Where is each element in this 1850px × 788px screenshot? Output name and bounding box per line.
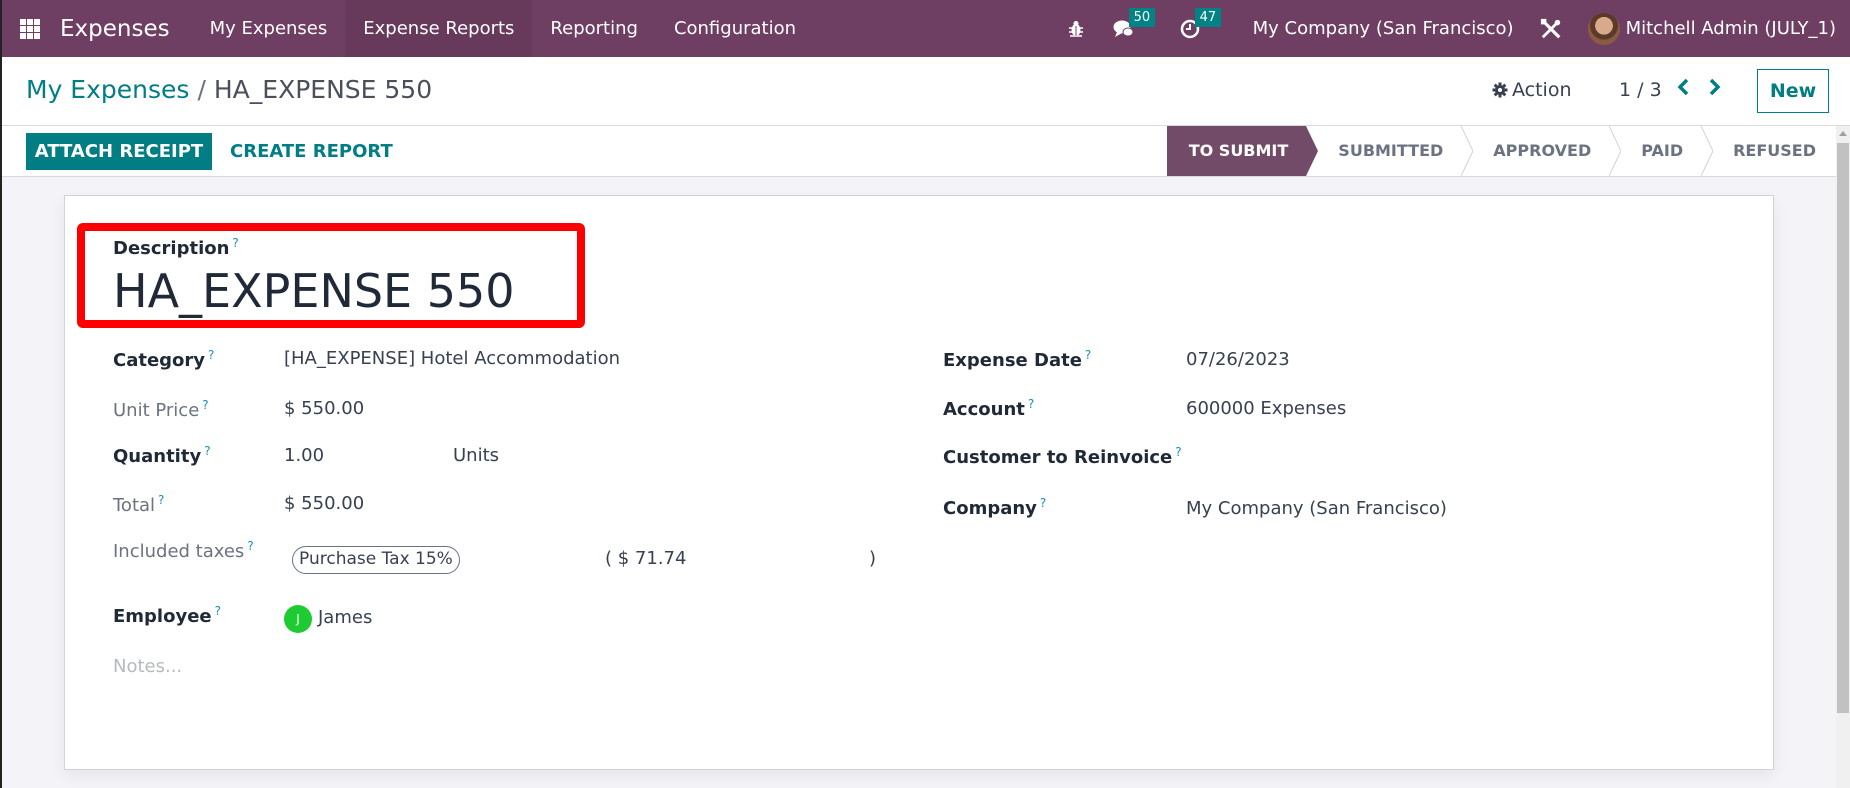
menu-expense-reports[interactable]: Expense Reports xyxy=(345,0,533,57)
breadcrumb-current: HA_EXPENSE 550 xyxy=(213,75,433,104)
stage-submitted[interactable]: SUBMITTED xyxy=(1306,126,1474,176)
control-panel-bottom: ATTACH RECEIPT CREATE REPORT TO SUBMIT S… xyxy=(2,126,1836,177)
user-avatar xyxy=(1587,12,1620,45)
help-icon[interactable]: ? xyxy=(1085,348,1091,362)
tax-tag: Purchase Tax 15% xyxy=(292,546,460,574)
help-icon[interactable]: ? xyxy=(208,348,214,362)
gear-icon xyxy=(1492,82,1508,98)
apps-grid-icon[interactable] xyxy=(20,18,40,39)
stage-label: SUBMITTED xyxy=(1338,141,1444,160)
help-icon[interactable]: ? xyxy=(1028,397,1034,411)
menu-my-expenses[interactable]: My Expenses xyxy=(192,0,346,57)
clock-icon[interactable]: 47 xyxy=(1179,7,1222,40)
stage-refused[interactable]: REFUSED xyxy=(1701,126,1836,176)
form-sheet: Description? HA_EXPENSE 550 Category? [H… xyxy=(64,195,1774,770)
action-button[interactable]: Action xyxy=(1492,79,1572,101)
expense-date-label: Expense Date? xyxy=(943,348,1092,371)
help-icon[interactable]: ? xyxy=(215,604,221,618)
employee-label: Employee? xyxy=(113,604,221,627)
window-edge xyxy=(0,0,2,788)
user-menu[interactable]: Mitchell Admin (JULY_1) xyxy=(1587,12,1836,45)
tools-icon[interactable] xyxy=(1540,18,1562,40)
chat-icon[interactable]: 50 xyxy=(1113,7,1156,40)
notes-field[interactable]: Notes... xyxy=(113,656,182,677)
stage-to-submit[interactable]: TO SUBMIT xyxy=(1166,126,1319,176)
stage-label: PAID xyxy=(1641,141,1684,160)
scroll-up-icon[interactable] xyxy=(1839,131,1847,136)
action-label: Action xyxy=(1512,79,1572,101)
scrollbar[interactable] xyxy=(1836,126,1850,788)
total-label: Total? xyxy=(113,493,165,516)
help-icon[interactable]: ? xyxy=(247,539,253,553)
breadcrumb: My Expenses / HA_EXPENSE 550 xyxy=(26,75,432,104)
create-report-button[interactable]: CREATE REPORT xyxy=(230,133,393,170)
company-switcher[interactable]: My Company (San Francisco) xyxy=(1253,18,1514,39)
help-icon[interactable]: ? xyxy=(232,236,238,250)
pager-value[interactable]: 1 / 3 xyxy=(1619,79,1662,101)
menu-reporting[interactable]: Reporting xyxy=(532,0,656,57)
tax-amount-close: ) xyxy=(869,548,877,569)
help-icon[interactable]: ? xyxy=(158,493,164,507)
unit-price-field: $ 550.00 xyxy=(284,398,365,419)
stage-label: REFUSED xyxy=(1733,141,1816,160)
company-field[interactable]: My Company (San Francisco) xyxy=(1186,498,1447,519)
employee-avatar: J xyxy=(284,605,312,633)
activities-badge: 47 xyxy=(1194,7,1222,27)
help-icon[interactable]: ? xyxy=(1040,496,1046,510)
attach-receipt-button[interactable]: ATTACH RECEIPT xyxy=(26,133,212,170)
stage-paid[interactable]: PAID xyxy=(1609,126,1714,176)
top-navbar: Expenses My Expenses Expense Reports Rep… xyxy=(0,0,1850,57)
included-taxes-label: Included taxes? xyxy=(113,539,254,562)
stage-label: APPROVED xyxy=(1493,141,1592,160)
breadcrumb-my-expenses[interactable]: My Expenses xyxy=(26,75,189,104)
new-button[interactable]: New xyxy=(1757,69,1829,113)
description-label: Description? xyxy=(113,236,239,259)
quantity-label: Quantity? xyxy=(113,444,211,467)
messages-badge: 50 xyxy=(1128,7,1156,27)
quantity-field[interactable]: 1.00 xyxy=(284,445,324,466)
stage-approved[interactable]: APPROVED xyxy=(1461,126,1622,176)
account-label: Account? xyxy=(943,397,1035,420)
unit-price-label: Unit Price? xyxy=(113,398,209,421)
status-bar: TO SUBMIT SUBMITTED APPROVED PAID REFUSE… xyxy=(1166,126,1836,176)
quantity-uom: Units xyxy=(453,445,500,466)
total-field: $ 550.00 xyxy=(284,493,365,514)
help-icon[interactable]: ? xyxy=(204,444,210,458)
customer-reinvoice-field[interactable] xyxy=(1186,445,1486,469)
customer-reinvoice-label: Customer to Reinvoice? xyxy=(943,445,1182,468)
breadcrumb-separator: / xyxy=(197,75,206,104)
pager-previous-icon[interactable] xyxy=(1676,77,1690,102)
account-field[interactable]: 600000 Expenses xyxy=(1186,398,1346,419)
pager-next-icon[interactable] xyxy=(1708,77,1722,102)
user-name: Mitchell Admin (JULY_1) xyxy=(1625,18,1836,39)
employee-field[interactable]: James xyxy=(318,607,372,628)
help-icon[interactable]: ? xyxy=(1175,445,1181,459)
bug-icon[interactable] xyxy=(1065,18,1087,40)
tax-amount: ( $ 71.74 xyxy=(605,548,687,569)
expense-date-field[interactable]: 07/26/2023 xyxy=(1186,349,1290,370)
company-label: Company? xyxy=(943,496,1047,519)
app-name[interactable]: Expenses xyxy=(60,16,170,42)
scrollbar-thumb[interactable] xyxy=(1837,143,1849,713)
help-icon[interactable]: ? xyxy=(202,398,208,412)
description-input[interactable]: HA_EXPENSE 550 xyxy=(113,264,515,318)
menu-configuration[interactable]: Configuration xyxy=(656,0,814,57)
stage-label: TO SUBMIT xyxy=(1188,141,1289,160)
category-label: Category? xyxy=(113,348,215,371)
category-field[interactable]: [HA_EXPENSE] Hotel Accommodation xyxy=(284,348,620,369)
control-panel-top: My Expenses / HA_EXPENSE 550 Action 1 / 3 … xyxy=(2,57,1850,126)
